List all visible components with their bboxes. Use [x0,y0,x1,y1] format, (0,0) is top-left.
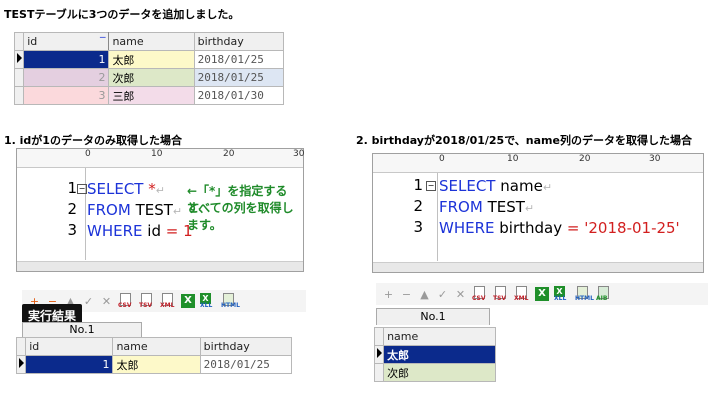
row-pointer-icon [13,50,25,69]
line-number: 2 [413,197,423,215]
remove-row-button[interactable]: − [400,288,413,301]
ruler-tick: 30 [293,149,305,159]
ruler: 0 10 20 30 [373,154,703,173]
cell-name[interactable]: 次郎 [108,68,195,87]
code-line-2[interactable]: FROM TEST↵ [439,197,534,217]
ruler: 0 10 20 30 [17,149,305,168]
column-header-name[interactable]: name [112,337,201,356]
cell-birthday[interactable]: 2018/01/25 [193,50,285,69]
export-excel-icon[interactable]: X [181,294,195,308]
commit-button[interactable]: ✓ [436,288,449,301]
cell-name[interactable]: 太郎 [383,345,496,364]
column-header-id[interactable]: id [25,337,114,356]
table-row[interactable]: 2 次郎 2018/01/25 [13,68,285,87]
test-table: id ‾ name birthday 1 太郎 2018/01/25 2 次郎 2… [13,32,285,105]
example2-heading: 2. birthdayが2018/01/25で、name列のデータを取得した場合 [356,134,692,147]
code-line-1[interactable]: SELECT *↵ [87,179,165,199]
tab-no1[interactable]: No.1 [22,322,142,337]
export-aib-icon[interactable]: AIB [596,286,612,302]
table-row[interactable]: 1 太郎 2018/01/25 [15,355,293,374]
cell-name[interactable]: 次郎 [383,363,496,382]
table-row[interactable]: 次郎 [373,363,496,382]
column-header-name[interactable]: name [108,32,195,51]
table-row[interactable]: 太郎 [373,345,496,364]
table-row[interactable]: 1 太郎 2018/01/25 [13,50,285,69]
ruler-tick: 20 [579,154,591,164]
row-header-corner [373,327,385,346]
row-pointer-icon [373,345,385,364]
ruler-tick: 30 [649,154,661,164]
ruler-tick: 10 [507,154,519,164]
code-line-1[interactable]: SELECT name↵ [439,176,552,196]
horizontal-scrollbar[interactable] [373,262,703,272]
export-csv-icon[interactable]: CSV [472,286,488,302]
cell-name[interactable]: 太郎 [112,355,201,374]
row-header [373,363,385,382]
annotation-line-2: すべての列を取得します。 [187,201,294,232]
row-header-corner [15,337,27,356]
line-number: 1 [67,179,77,197]
example1-heading: 1. idが1のデータのみ取得した場合 [4,134,182,147]
cell-id[interactable]: 1 [23,50,110,69]
cell-name[interactable]: 太郎 [108,50,195,69]
commit-button[interactable]: ✓ [82,295,95,308]
ruler-tick: 10 [151,149,163,159]
row-header [13,68,25,87]
line-number: 3 [67,221,77,239]
code-line-3[interactable]: WHERE id = 1 [87,221,193,241]
result-table-1: id name birthday 1 太郎 2018/01/25 [15,337,293,374]
row-pointer-icon [15,355,27,374]
code-line-2[interactable]: FROM TEST↵ [87,200,182,220]
cell-birthday[interactable]: 2018/01/30 [193,86,285,105]
intro-heading: TESTテーブルに3つのデータを追加しました。 [4,8,240,21]
export-xml-icon[interactable]: XML [160,293,176,309]
export-csv-icon[interactable]: CSV [118,293,134,309]
export-html-icon[interactable]: HTML [575,286,594,302]
ruler-tick: 0 [439,154,445,164]
move-up-button[interactable]: ▲ [418,288,431,301]
line-number: 3 [413,218,423,236]
table-row[interactable]: 3 三郎 2018/01/30 [13,86,285,105]
cell-id[interactable]: 1 [25,355,114,374]
result-table-2: name 太郎 次郎 [373,327,496,382]
column-header-birthday[interactable]: birthday [199,337,293,356]
cell-id[interactable]: 2 [23,68,110,87]
cancel-button[interactable]: ✕ [454,288,467,301]
horizontal-scrollbar[interactable] [17,261,303,271]
export-excel-icon[interactable]: X [535,287,549,301]
sql-editor-1[interactable]: 0 10 20 30 1 2 3 − SELECT *↵ FROM TEST↵ … [16,148,304,272]
add-row-button[interactable]: + [382,288,395,301]
code-line-3[interactable]: WHERE birthday = '2018-01-25' [439,218,680,238]
export-all-icon[interactable]: X XLL [200,293,216,309]
column-header-birthday[interactable]: birthday [193,32,285,51]
cancel-button[interactable]: ✕ [100,295,113,308]
sql-editor-2[interactable]: 0 10 20 30 1 2 3 − SELECT name↵ FROM TES… [372,153,704,273]
fold-icon[interactable]: − [77,184,87,194]
tab-no1[interactable]: No.1 [376,308,490,325]
column-header-name[interactable]: name [383,327,496,346]
row-header [13,86,25,105]
result-toolbar-2: + − ▲ ✓ ✕ CSV TSV XML X X XLL HTML AIB [376,283,708,305]
export-tsv-icon[interactable]: TSV [493,286,509,302]
cell-birthday[interactable]: 2018/01/25 [193,68,285,87]
export-xml-icon[interactable]: XML [514,286,530,302]
line-number: 2 [67,200,77,218]
column-header-id[interactable]: id ‾ [23,32,110,51]
row-header-corner [13,32,25,51]
cell-name[interactable]: 三郎 [108,86,195,105]
ruler-tick: 20 [223,149,235,159]
export-all-icon[interactable]: X XLL [554,286,570,302]
cell-id[interactable]: 3 [23,86,110,105]
export-html-icon[interactable]: HTML [221,293,240,309]
ruler-tick: 0 [85,149,91,159]
line-number: 1 [413,176,423,194]
fold-icon[interactable]: − [426,181,436,191]
cell-birthday[interactable]: 2018/01/25 [199,355,293,374]
export-tsv-icon[interactable]: TSV [139,293,155,309]
